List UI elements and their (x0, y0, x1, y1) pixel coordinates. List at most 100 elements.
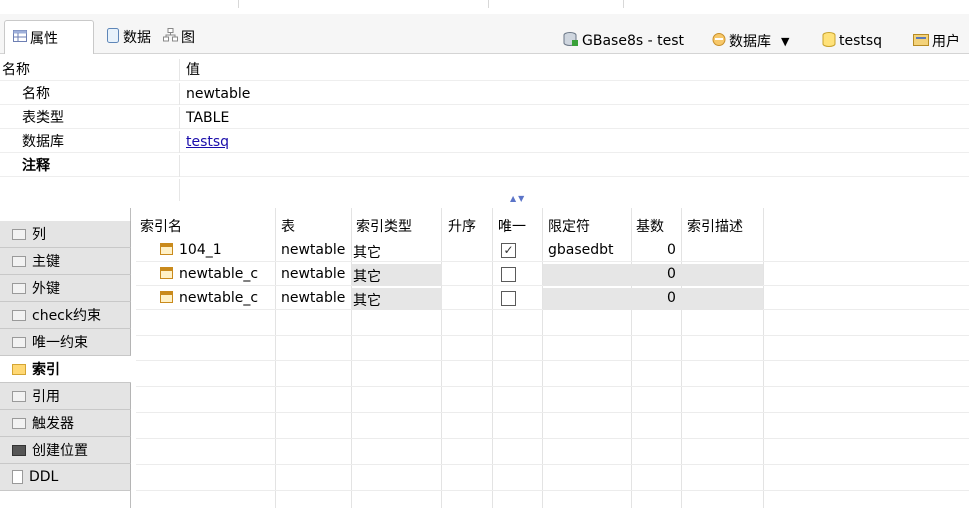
tab-diagram[interactable]: 图 (155, 20, 203, 54)
document-icon (106, 27, 120, 47)
sidebar-item-triggers[interactable]: 触发器 (0, 410, 131, 437)
empty-row-line (136, 386, 969, 387)
sidebar-item-label: DDL (29, 469, 59, 485)
database-link[interactable]: testsq (186, 134, 229, 150)
property-row[interactable]: 表类型 TABLE (0, 107, 969, 129)
property-row-empty (0, 179, 969, 201)
database-connection-icon (563, 31, 579, 51)
column-header-index-type[interactable]: 索引类型 (356, 216, 412, 236)
database-selector[interactable]: 数据库 ▼ (712, 30, 789, 52)
sidebar-item-columns[interactable]: 列 (0, 221, 131, 248)
row-highlight (543, 288, 763, 310)
schema-name: testsq (839, 33, 883, 49)
index-table-icon (160, 243, 173, 255)
unique-checkbox[interactable] (501, 267, 516, 282)
property-value: TABLE (186, 110, 230, 126)
properties-header: 名称 值 (0, 59, 969, 81)
folder-icon (12, 282, 26, 294)
index-name: newtable_c (179, 266, 259, 282)
table-header: 索引名 表 索引类型 升序 唯一 限定符 基数 索引描述 (136, 216, 969, 238)
property-label: 注释 (0, 155, 180, 177)
unique-checkbox[interactable] (501, 291, 516, 306)
table-row[interactable]: 104_1 newtable 其它 ✓ gbasedbt 0 (136, 240, 969, 262)
database-label: 数据库 (729, 34, 771, 50)
table-grid-icon (13, 29, 27, 46)
column-header-index-name[interactable]: 索引名 (140, 216, 182, 236)
column-header-description[interactable]: 索引描述 (687, 216, 743, 236)
editor-toolbar: 属性 数据 图 GBase8s - test 数据库 ▼ testsq 用户 (0, 14, 969, 54)
qualifier-cell: gbasedbt (548, 242, 614, 258)
column-header-unique[interactable]: 唯一 (498, 216, 526, 236)
property-label: 表类型 (0, 107, 180, 129)
unique-checkbox-checked[interactable]: ✓ (501, 243, 516, 258)
index-name-cell: 104_1 (160, 242, 222, 258)
empty-row-line (136, 464, 969, 465)
property-label: 名称 (0, 83, 180, 105)
sidebar-item-label: 主键 (32, 254, 60, 270)
user-icon (913, 32, 929, 51)
schema-icon (822, 31, 836, 51)
sidebar-item-label: 引用 (32, 389, 60, 405)
tab-data[interactable]: 数据 (98, 20, 159, 54)
folder-icon (12, 336, 26, 348)
sidebar-item-references[interactable]: 引用 (0, 383, 131, 410)
splitter-arrows-icon[interactable]: ▲▼ (510, 194, 526, 203)
property-row[interactable]: 数据库 testsq (0, 131, 969, 153)
diagram-icon (163, 28, 178, 46)
sidebar-item-label: 唯一约束 (32, 335, 88, 351)
sidebar-item-unique-constraint[interactable]: 唯一约束 (0, 329, 131, 356)
folder-icon (12, 228, 26, 240)
sidebar-item-foreign-key[interactable]: 外键 (0, 275, 131, 302)
value-column-header: 值 (186, 62, 200, 78)
sidebar-item-label: 外键 (32, 281, 60, 297)
empty-row-line (136, 490, 969, 491)
empty-row-line (136, 412, 969, 413)
top-divider (238, 0, 239, 8)
properties-panel: 名称 值 名称 newtable 表类型 TABLE 数据库 testsq 注释 (0, 55, 969, 201)
sidebar-item-check-constraint[interactable]: check约束 (0, 302, 131, 329)
column-header-qualifier[interactable]: 限定符 (548, 216, 590, 236)
table-cell: newtable (281, 266, 346, 282)
empty-cell (0, 179, 180, 201)
folder-icon (12, 309, 26, 321)
index-table: 索引名 表 索引类型 升序 唯一 限定符 基数 索引描述 104_1 newta… (136, 208, 969, 508)
sidebar: 列 主键 外键 check约束 唯一约束 索引 引用 触发器 创建位置 DDL (0, 208, 131, 508)
tab-properties[interactable]: 属性 (4, 20, 94, 54)
top-divider (488, 0, 489, 8)
user-selector[interactable]: 用户 (913, 30, 960, 52)
type-cell: 其它 (353, 293, 381, 309)
location-icon (12, 444, 26, 456)
table-row[interactable]: newtable_c newtable 其它 0 (136, 288, 969, 310)
property-row[interactable]: 注释 (0, 155, 969, 177)
row-highlight (543, 264, 763, 286)
sidebar-item-label: check约束 (32, 308, 101, 324)
tab-label: 属性 (30, 30, 58, 47)
sidebar-item-indexes[interactable]: 索引 (0, 356, 131, 383)
sidebar-item-label: 索引 (32, 362, 60, 378)
index-name: newtable_c (179, 290, 259, 306)
property-row[interactable]: 名称 newtable (0, 83, 969, 105)
sidebar-item-ddl[interactable]: DDL (0, 464, 131, 491)
property-value: newtable (186, 86, 251, 102)
connection-selector[interactable]: GBase8s - test (563, 30, 684, 52)
name-column-header: 名称 (0, 59, 180, 81)
property-label: 数据库 (0, 131, 180, 153)
index-table-icon (160, 291, 173, 303)
connection-name: GBase8s - test (582, 33, 684, 49)
index-name-cell: newtable_c (160, 290, 258, 306)
index-name: 104_1 (179, 242, 222, 258)
column-header-table[interactable]: 表 (281, 216, 295, 236)
top-strip (0, 0, 969, 14)
type-cell: 其它 (353, 269, 381, 285)
column-header-ascending[interactable]: 升序 (448, 216, 476, 236)
sidebar-item-primary-key[interactable]: 主键 (0, 248, 131, 275)
type-cell: 其它 (353, 245, 381, 261)
empty-row-line (136, 360, 969, 361)
sidebar-item-location[interactable]: 创建位置 (0, 437, 131, 464)
database-icon (712, 32, 726, 51)
index-name-cell: newtable_c (160, 266, 258, 282)
sidebar-item-label: 触发器 (32, 416, 74, 432)
schema-selector[interactable]: testsq (822, 30, 882, 52)
column-header-cardinality[interactable]: 基数 (636, 216, 664, 236)
table-row[interactable]: newtable_c newtable 其它 0 (136, 264, 969, 286)
